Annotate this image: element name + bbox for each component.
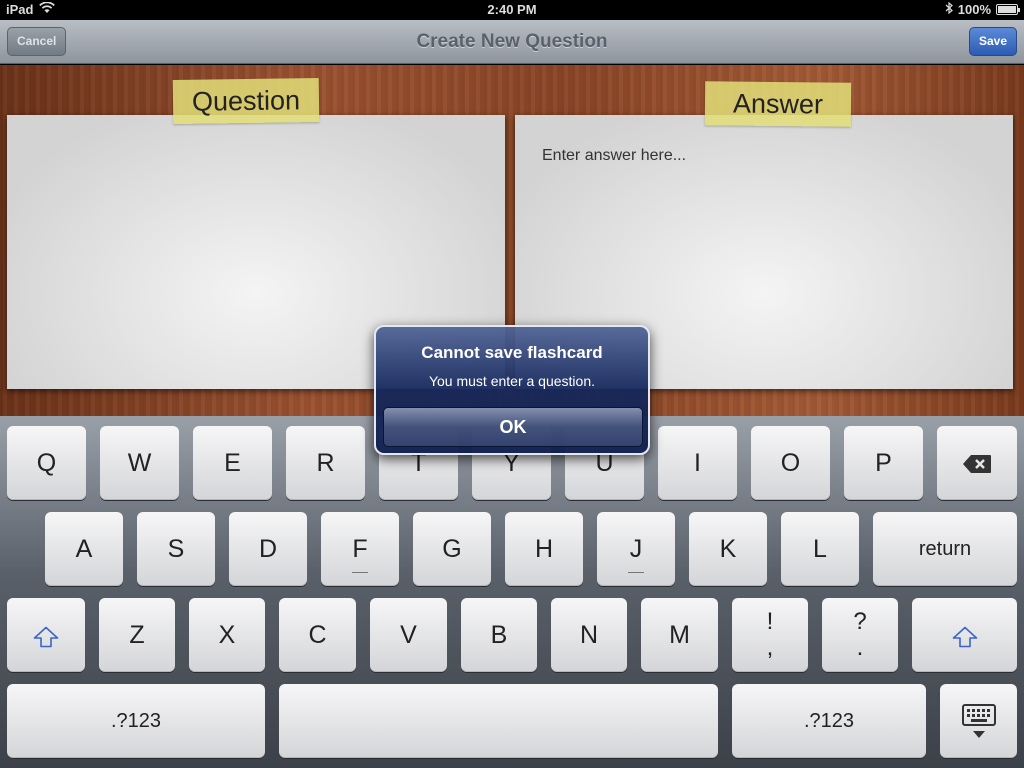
key-h[interactable]: H (505, 512, 583, 586)
shift-key-right[interactable] (912, 598, 1017, 672)
key-f-label: F (352, 535, 368, 563)
alert-dialog: Cannot save flashcard You must enter a q… (374, 325, 650, 455)
key-e[interactable]: E (193, 426, 272, 500)
key-i[interactable]: I (658, 426, 737, 500)
home-row-marker (628, 572, 644, 573)
key-g[interactable]: G (413, 512, 491, 586)
save-button[interactable]: Save (968, 27, 1017, 56)
key-x[interactable]: X (189, 598, 265, 672)
key-j[interactable]: J (597, 512, 675, 586)
alert-title: Cannot save flashcard (421, 343, 603, 362)
key-k[interactable]: K (689, 512, 767, 586)
key-f[interactable]: F (321, 512, 399, 586)
home-row-marker (352, 572, 368, 573)
key-comma-label: , (766, 634, 774, 661)
status-bar: iPad 2:40 PM 100% (0, 0, 1024, 20)
return-key[interactable]: return (873, 512, 1017, 586)
key-d[interactable]: D (229, 512, 307, 586)
key-r[interactable]: R (286, 426, 365, 500)
key-period-label: . (856, 634, 864, 661)
key-question-label: ? (853, 608, 867, 635)
key-l[interactable]: L (781, 512, 859, 586)
page-title: Create New Question (416, 31, 608, 52)
key-b[interactable]: B (461, 598, 537, 672)
question-label: Question (172, 77, 320, 125)
key-w[interactable]: W (100, 426, 179, 500)
navigation-bar: Cancel Create New Question Save (0, 20, 1024, 64)
key-s[interactable]: S (137, 512, 215, 586)
battery-icon (996, 4, 1020, 15)
key-o[interactable]: O (751, 426, 830, 500)
keyboard: Q W E R T Y U I O P A S D F G H J K L re… (0, 416, 1024, 768)
key-j-label: J (629, 535, 643, 563)
ok-button[interactable]: OK (383, 407, 643, 447)
key-n[interactable]: N (551, 598, 627, 672)
answer-placeholder: Enter answer here... (542, 147, 687, 164)
key-question-period[interactable]: ? . (822, 598, 898, 672)
backspace-icon (962, 454, 992, 474)
shift-icon (33, 626, 59, 648)
battery-percent: 100% (957, 2, 991, 17)
space-bar[interactable] (279, 684, 718, 758)
dismiss-keyboard-key[interactable] (940, 684, 1017, 758)
key-z[interactable]: Z (99, 598, 175, 672)
key-q[interactable]: Q (7, 426, 86, 500)
key-exclaim-label: ! (766, 608, 774, 635)
answer-label: Answer (704, 81, 852, 127)
bluetooth-icon (945, 1, 953, 17)
numbers-key-right[interactable]: .?123 (732, 684, 926, 758)
key-p[interactable]: P (844, 426, 923, 500)
key-exclaim-comma[interactable]: ! , (732, 598, 808, 672)
hide-keyboard-icon (961, 704, 996, 740)
clock: 2:40 PM (487, 2, 537, 17)
key-a[interactable]: A (45, 512, 123, 586)
shift-key-left[interactable] (7, 598, 85, 672)
shift-icon (952, 626, 978, 648)
key-m[interactable]: M (641, 598, 718, 672)
delete-key[interactable] (937, 426, 1017, 500)
alert-message: You must enter a question. (428, 373, 596, 389)
key-c[interactable]: C (279, 598, 356, 672)
key-v[interactable]: V (370, 598, 447, 672)
numbers-key-left[interactable]: .?123 (7, 684, 265, 758)
